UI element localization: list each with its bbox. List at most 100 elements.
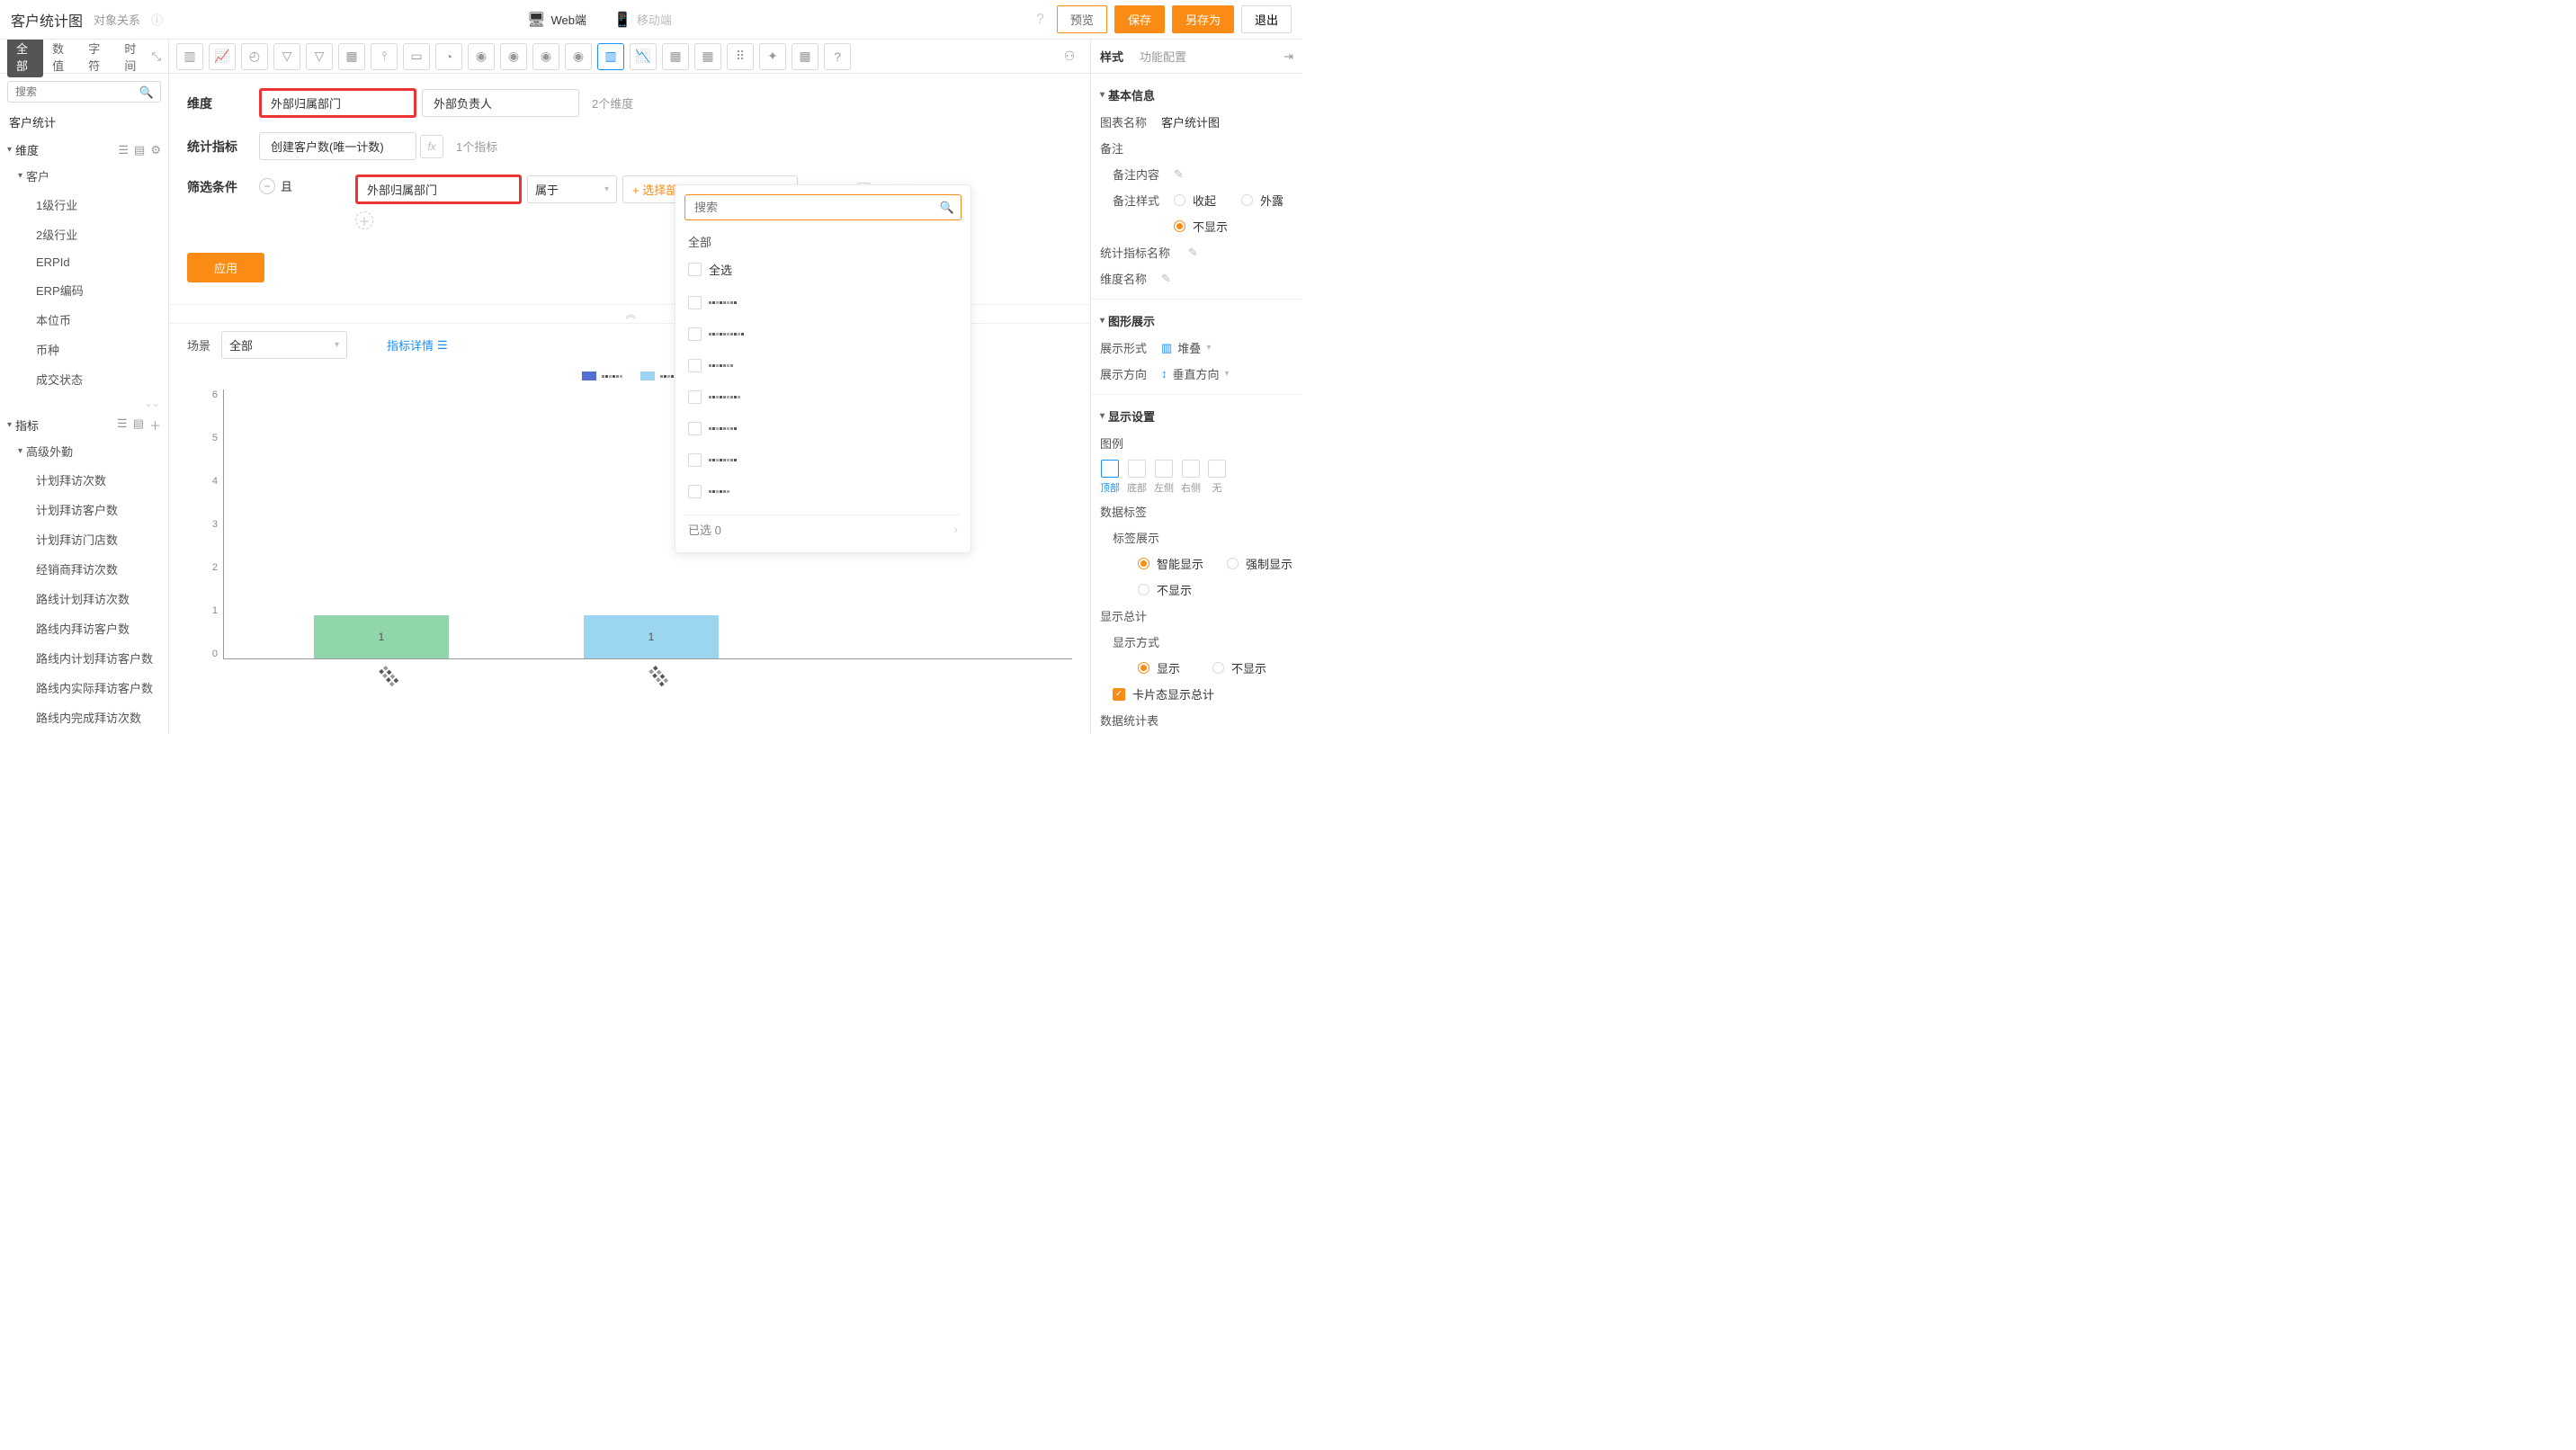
chart-kpi-icon[interactable]: ▭	[403, 43, 430, 70]
chart-icon[interactable]: ▤	[133, 416, 144, 434]
tab-num[interactable]: 数值	[43, 40, 79, 77]
dropdown-item[interactable]	[684, 381, 962, 413]
radio-label-hide[interactable]	[1138, 584, 1149, 595]
metric-header[interactable]: ▾ 指标 ☰ ▤ ＋	[0, 413, 168, 437]
chart-map2-icon[interactable]: ◉	[500, 43, 527, 70]
section-graphic-header[interactable]: ▾ 图形展示	[1100, 307, 1293, 335]
plus-icon[interactable]: ＋	[149, 416, 161, 434]
chart-bar-icon[interactable]: ▥	[176, 43, 203, 70]
chart-crosstab-icon[interactable]: ▦	[694, 43, 721, 70]
section-display-header[interactable]: ▾ 显示设置	[1100, 402, 1293, 430]
tree-item[interactable]: 本位币	[0, 305, 168, 335]
chart-globe-icon[interactable]: ◉	[532, 43, 559, 70]
dim-pill-2[interactable]: 外部负责人	[422, 89, 579, 117]
expand-right-icon[interactable]: ⇥	[1284, 49, 1293, 64]
checkbox-card-total[interactable]: ✓	[1113, 688, 1125, 701]
tree-item[interactable]: 路线内计划拜访客户数	[0, 643, 168, 673]
metric-pill-1[interactable]: 创建客户数(唯一计数)	[259, 132, 416, 160]
sort-icon[interactable]: ☰	[118, 143, 129, 157]
chart-table-icon[interactable]: ▦	[338, 43, 365, 70]
dropdown-all[interactable]: 全部	[684, 228, 962, 255]
legend-item-2[interactable]	[640, 371, 677, 380]
checkbox[interactable]	[688, 390, 702, 404]
expand-left-icon[interactable]: ⤡	[152, 49, 161, 64]
edit-icon[interactable]: ✎	[1161, 272, 1171, 286]
chart-stackbar-icon[interactable]: ▥	[597, 43, 624, 70]
chart-map-icon[interactable]: ◉	[468, 43, 495, 70]
chart-gauge-icon[interactable]: ◔	[435, 43, 462, 70]
radio-collapse[interactable]	[1174, 194, 1185, 206]
tab-all[interactable]: 全部	[7, 40, 43, 77]
dropdown-item[interactable]	[684, 476, 962, 507]
dropdown-item[interactable]	[684, 413, 962, 444]
gear-icon[interactable]: ⚙	[150, 143, 161, 157]
dimension-header[interactable]: ▾ 维度 ☰ ▤ ⚙	[0, 138, 168, 162]
chart-radar-icon[interactable]: ✦	[759, 43, 786, 70]
pos-none[interactable]: 无	[1208, 460, 1226, 495]
tree-item[interactable]: 路线计划拜访次数	[0, 584, 168, 613]
dropdown-select-all[interactable]: 全选	[684, 255, 962, 283]
chart-combo-icon[interactable]: ⫯	[371, 43, 398, 70]
help-circle-icon[interactable]: ?	[1036, 12, 1044, 28]
tab-time[interactable]: 时间	[115, 40, 151, 77]
sort-icon[interactable]: ☰	[117, 416, 128, 434]
pos-right[interactable]: 右侧	[1181, 460, 1201, 495]
tree-item[interactable]: 计划拜访次数	[0, 465, 168, 495]
chart-globe2-icon[interactable]: ◉	[565, 43, 592, 70]
dropdown-item[interactable]	[684, 350, 962, 381]
edit-icon[interactable]: ✎	[1174, 167, 1184, 182]
tree-item[interactable]: 路线内拜访客户数	[0, 613, 168, 643]
pos-top[interactable]: 顶部	[1100, 460, 1120, 495]
bar-2[interactable]: 1	[584, 615, 719, 658]
filter-field[interactable]: 外部归属部门	[355, 175, 522, 204]
scene-select[interactable]: 全部 ▾	[221, 331, 347, 359]
chart-funnel2-icon[interactable]: ▽	[306, 43, 333, 70]
tree-item[interactable]: 路线内完成拜访次数	[0, 703, 168, 732]
search-input[interactable]	[7, 81, 161, 103]
dropdown-item[interactable]	[684, 444, 962, 476]
radio-noshow[interactable]	[1212, 662, 1224, 674]
checkbox[interactable]	[688, 359, 702, 372]
tree-item[interactable]: 1级行业	[0, 190, 168, 219]
radio-hide[interactable]	[1174, 220, 1185, 232]
tree-item[interactable]: 计划拜访门店数	[0, 524, 168, 554]
tree-item[interactable]: ERP编码	[0, 275, 168, 305]
chart-grid-icon[interactable]: ▦	[792, 43, 818, 70]
pos-left[interactable]: 左侧	[1154, 460, 1174, 495]
chevron-right-icon[interactable]: ›	[954, 523, 958, 536]
chart-area-icon[interactable]: 📉	[630, 43, 657, 70]
checkbox[interactable]	[688, 422, 702, 435]
tab-style[interactable]: 样式	[1100, 48, 1123, 65]
chart-funnel-icon[interactable]: ▽	[273, 43, 300, 70]
display-form-select[interactable]: ▥ 堆叠 ▾	[1161, 339, 1211, 356]
exit-button[interactable]: 退出	[1241, 5, 1292, 33]
dropdown-search-input[interactable]	[684, 194, 962, 220]
apply-button[interactable]: 应用	[187, 253, 264, 282]
chart-help-icon[interactable]: ?	[824, 43, 851, 70]
tree-customer[interactable]: ▾ 客户	[0, 162, 168, 190]
tree-item[interactable]: ERPId	[0, 249, 168, 275]
preview-button[interactable]: 预览	[1057, 5, 1107, 33]
tab-char[interactable]: 字符	[79, 40, 115, 77]
page-subtitle[interactable]: 对象关系	[94, 11, 140, 28]
checkbox[interactable]	[688, 327, 702, 341]
radio-force[interactable]	[1227, 558, 1239, 569]
fx-icon[interactable]: fx	[420, 135, 443, 158]
tree-item[interactable]: 2级行业	[0, 219, 168, 249]
display-dir-select[interactable]: ↕ 垂直方向 ▾	[1161, 365, 1230, 382]
section-basic-header[interactable]: ▾ 基本信息	[1100, 81, 1293, 109]
chart-line-icon[interactable]: 📈	[209, 43, 236, 70]
radio-show[interactable]	[1138, 662, 1149, 674]
checkbox[interactable]	[688, 485, 702, 498]
legend-item-1[interactable]	[582, 371, 622, 380]
tree-item[interactable]: 计划拜访客户数	[0, 495, 168, 524]
saveas-button[interactable]: 另存为	[1172, 5, 1234, 33]
tree-item[interactable]: 成交状态	[0, 364, 168, 394]
tree-item[interactable]: 经销商拜访次数	[0, 554, 168, 584]
bar-1[interactable]: 1	[314, 615, 449, 658]
minus-icon[interactable]: −	[259, 178, 275, 194]
radio-smart[interactable]	[1138, 558, 1149, 569]
save-button[interactable]: 保存	[1114, 5, 1165, 33]
metric-detail-link[interactable]: 指标详情 ☰	[387, 336, 448, 354]
chart-pivot-icon[interactable]: ▦	[662, 43, 689, 70]
